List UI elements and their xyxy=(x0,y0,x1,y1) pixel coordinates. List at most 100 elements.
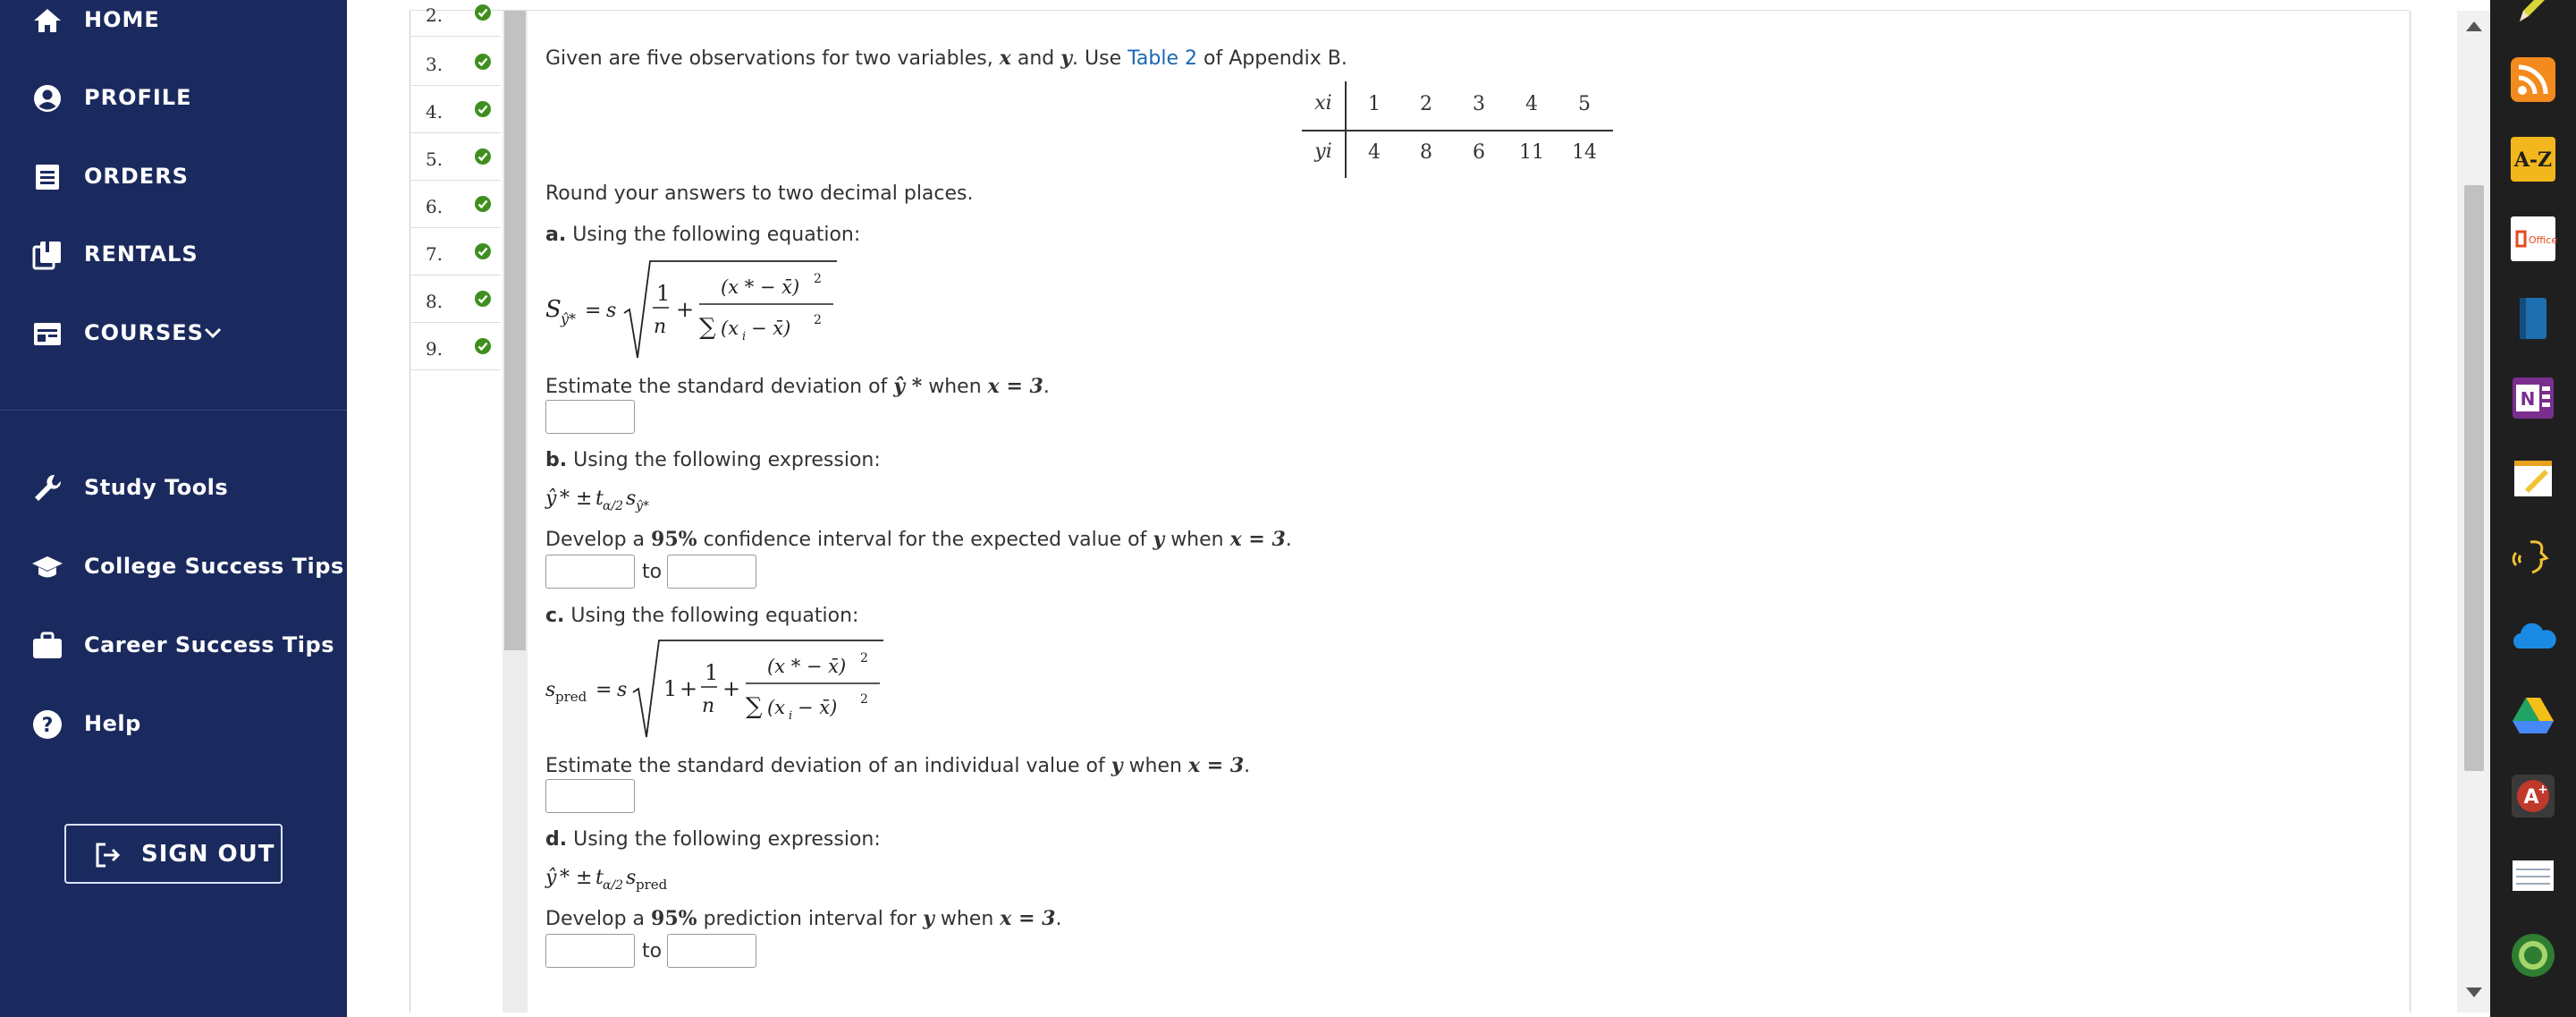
question-list-item[interactable]: 6. xyxy=(410,181,501,228)
appendix-text: of Appendix B. xyxy=(1204,47,1347,70)
part-d-upper-input[interactable] xyxy=(667,934,756,968)
chevron-down-icon[interactable] xyxy=(202,322,224,343)
sidebar-item-study-tools[interactable]: Study Tools xyxy=(0,459,347,516)
question-list-item[interactable]: 2. xyxy=(410,0,501,37)
check-icon xyxy=(474,4,492,21)
svg-text:s: s xyxy=(626,867,636,889)
part-letter: b. xyxy=(545,449,568,471)
book-icon[interactable] xyxy=(2509,294,2557,343)
page-scrollbar-thumb[interactable] xyxy=(2464,185,2484,771)
question-list-item[interactable]: 5. xyxy=(410,133,501,181)
part-c-label: c. Using the following equation: xyxy=(545,605,858,627)
svg-text:pred: pred xyxy=(555,689,587,705)
question-number: 9. xyxy=(426,338,443,360)
google-drive-icon[interactable] xyxy=(2509,692,2557,741)
page-scrollbar[interactable] xyxy=(2457,11,2490,1013)
user-circle-icon xyxy=(30,81,64,115)
svg-text:(x: (x xyxy=(721,318,739,339)
part-text: Using the following expression: xyxy=(573,828,881,851)
a-z-icon[interactable]: A-Z xyxy=(2509,135,2557,183)
office-icon[interactable]: Office xyxy=(2509,215,2557,263)
question-body: Given are five observations for two vari… xyxy=(545,0,2334,1017)
sidebar-item-label: Help xyxy=(84,711,141,736)
sidebar-item-label: Career Success Tips xyxy=(84,632,334,657)
to-text: to xyxy=(642,940,663,962)
question-list-scrollbar-thumb[interactable] xyxy=(504,11,526,650)
sidebar-item-label: College Success Tips xyxy=(84,554,344,579)
svg-text:∑: ∑ xyxy=(746,693,763,720)
svg-text:∑: ∑ xyxy=(699,314,716,341)
question-list-item[interactable]: 4. xyxy=(410,86,501,133)
table-horizontal-rule xyxy=(1302,130,1613,131)
notepad-icon[interactable] xyxy=(2509,453,2557,502)
notes-icon[interactable] xyxy=(2509,852,2557,900)
formula-s-yhat-star: S ŷ* = s 1 n + (x * − x̄) 2 ∑ (x i − x̄)… xyxy=(545,260,837,359)
svg-text:i: i xyxy=(742,330,746,343)
sidebar-item-label: COURSES xyxy=(84,320,204,345)
condition-text: x = 3 xyxy=(1229,528,1286,551)
app-dock: A-Z Office N A + xyxy=(2490,0,2576,1017)
formula-prediction-expression: ŷ * ± t α/2 s pred xyxy=(545,867,668,893)
question-list-scrollbar[interactable] xyxy=(503,11,528,1013)
sign-out-button[interactable]: SIGN OUT xyxy=(64,824,283,884)
part-d-lower-input[interactable] xyxy=(545,934,635,968)
part-b-lower-input[interactable] xyxy=(545,555,635,589)
svg-text:+: + xyxy=(2538,783,2548,797)
sidebar-item-orders[interactable]: ORDERS xyxy=(0,148,347,205)
question-list-item[interactable]: 7. xyxy=(410,228,501,275)
question-number: 7. xyxy=(426,243,443,265)
sidebar-item-label: HOME xyxy=(84,7,160,32)
table-cell: 11 xyxy=(1519,141,1544,164)
check-icon xyxy=(474,195,492,213)
svg-text:+: + xyxy=(676,297,694,322)
a-plus-icon[interactable]: A + xyxy=(2509,772,2557,820)
scroll-down-arrow-icon[interactable] xyxy=(2466,987,2482,997)
help-circle-icon: ? xyxy=(30,708,64,742)
pencil-icon[interactable] xyxy=(2509,0,2557,30)
question-list-item[interactable]: 3. xyxy=(410,38,501,86)
rss-icon[interactable] xyxy=(2509,55,2557,104)
prompt-text: confidence interval for the expected val… xyxy=(703,529,1147,551)
part-a-prompt: Estimate the standard deviation of ŷ * w… xyxy=(545,375,1050,398)
part-b-upper-input[interactable] xyxy=(667,555,756,589)
table-cell: 6 xyxy=(1473,141,1485,164)
onedrive-icon[interactable] xyxy=(2509,613,2557,661)
use-text: . Use xyxy=(1072,47,1122,70)
onenote-icon[interactable]: N xyxy=(2509,374,2557,422)
prompt-text: Estimate the standard deviation of xyxy=(545,376,888,398)
table-y-header: yi xyxy=(1314,140,1332,163)
table-2-link[interactable]: Table 2 xyxy=(1128,47,1197,70)
table-cell: 14 xyxy=(1572,141,1597,164)
svg-text:?: ? xyxy=(42,715,54,737)
table-cell: 3 xyxy=(1473,93,1485,115)
svg-text:s: s xyxy=(606,300,616,322)
period: . xyxy=(1244,755,1251,777)
var-x: x xyxy=(999,47,1011,70)
prompt-text: Develop a xyxy=(545,908,646,930)
sidebar-item-profile[interactable]: PROFILE xyxy=(0,69,347,126)
sidebar-item-college-success-tips[interactable]: College Success Tips xyxy=(0,538,347,595)
question-number: 3. xyxy=(426,54,443,75)
sidebar-item-rentals[interactable]: RENTALS xyxy=(0,225,347,283)
green-circle-icon[interactable] xyxy=(2509,931,2557,979)
part-c-answer-input[interactable] xyxy=(545,779,635,813)
svg-text:* ±: * ± xyxy=(560,487,592,510)
sidebar-item-career-success-tips[interactable]: Career Success Tips xyxy=(0,616,347,674)
part-a-answer-input[interactable] xyxy=(545,400,635,434)
sidebar-item-label: ORDERS xyxy=(84,164,189,189)
sidebar-item-home[interactable]: HOME xyxy=(0,0,347,48)
question-list-item[interactable]: 8. xyxy=(410,275,501,323)
svg-text:ŷ*: ŷ* xyxy=(560,310,576,327)
question-list-item[interactable]: 9. xyxy=(410,323,501,370)
check-icon xyxy=(474,100,492,118)
scroll-up-arrow-icon[interactable] xyxy=(2466,21,2482,31)
formula-confidence-expression: ŷ * ± t α/2 s ŷ* xyxy=(545,487,649,513)
sidebar-item-courses[interactable]: COURSES xyxy=(0,304,347,361)
percent-text: 95% xyxy=(651,528,697,551)
part-d-label: d. Using the following expression: xyxy=(545,828,881,851)
var-y: y xyxy=(1111,754,1123,777)
svg-text:α/2: α/2 xyxy=(603,499,623,513)
speech-icon[interactable] xyxy=(2509,533,2557,581)
check-icon xyxy=(474,290,492,308)
sidebar-item-help[interactable]: ? Help xyxy=(0,695,347,752)
